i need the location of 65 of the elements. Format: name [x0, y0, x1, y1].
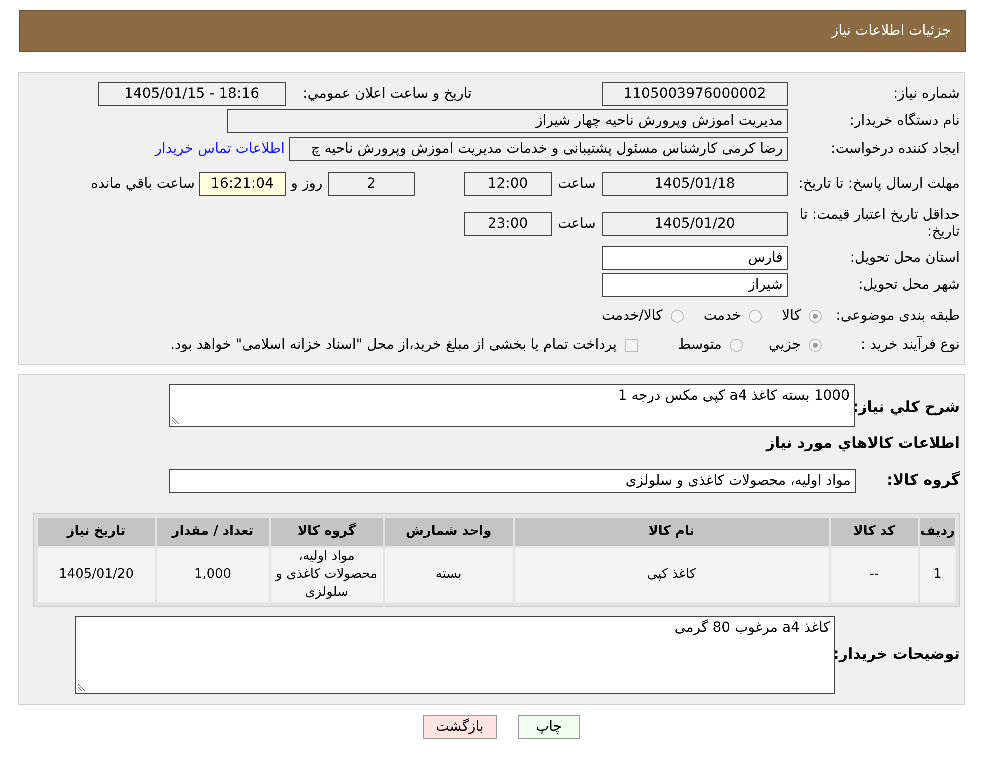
notes-textarea[interactable]: کاغذ a4 مرغوب 80 گرمی: [75, 616, 835, 694]
input-field[interactable]: 23:00: [464, 212, 552, 236]
input-field[interactable]: 1405/01/15 - 18:16: [98, 82, 286, 106]
input-field[interactable]: شیراز: [602, 273, 788, 297]
radio-button[interactable]: [749, 310, 762, 322]
field-label: استان محل تحویل:: [849, 250, 960, 266]
table-cell: 1,000: [156, 546, 270, 602]
radio-label: کالا: [782, 306, 801, 326]
section-title: اطلاعات كالاهاي مورد نياز: [764, 433, 960, 454]
table-cell: --: [830, 546, 920, 602]
radio-button[interactable]: [809, 310, 822, 322]
column-header: تعداد / مقدار: [156, 516, 270, 546]
column-header: واحد شمارش: [384, 516, 514, 546]
field-label: شماره نیاز:: [892, 86, 960, 102]
field-label: مهلت ارسال پاسخ: تا تاریخ:: [798, 176, 960, 192]
radio-button[interactable]: [670, 310, 684, 322]
input-field[interactable]: فارس: [602, 246, 788, 270]
field-label: شهر محل تحویل:: [858, 276, 960, 294]
input-field[interactable]: مواد اولیه، محصولات کاغذی و سلولزی: [169, 468, 856, 492]
page-title: جزئیات اطلاعات نیاز: [832, 22, 951, 40]
description-textarea[interactable]: 1000 بسته کاغذ a4 کپی مکس درجه 1: [169, 384, 855, 427]
radio-label: کالا/خدمت: [602, 306, 663, 326]
field-label: نام دستگاه خریدار:: [848, 112, 960, 130]
input-field[interactable]: 16:21:04: [199, 172, 286, 196]
checkbox[interactable]: [625, 338, 638, 352]
column-header: تاریخ نیاز: [37, 516, 156, 546]
resize-grip-icon: [172, 416, 180, 424]
radio-label: متوسط: [678, 336, 722, 354]
time-label: ساعت: [556, 174, 598, 194]
input-field[interactable]: رضا کرمی کارشناس مسئول پشتیبانی و خدمات مدیریت اموزش وپرورش ناحیه چ: [289, 137, 788, 161]
days-label: روز و: [290, 174, 324, 194]
input-field[interactable]: مدیریت اموزش وپرورش ناحیه چهار شیراز: [227, 109, 788, 133]
input-field[interactable]: 1405/01/18: [602, 172, 788, 196]
input-field[interactable]: 1405/01/20: [602, 212, 788, 236]
radio-label: جزيي: [769, 336, 801, 354]
print-button[interactable]: چاپ: [518, 715, 580, 739]
field-label: تاریخ و ساعت اعلان عمومي:: [302, 86, 472, 102]
payment-note: پرداخت تمام یا بخشی از مبلغ خرید،از محل "اسناد خزانه اسلامی" خواهد بود.: [170, 336, 618, 354]
column-header: کد کالا: [830, 516, 920, 546]
table-cell: 1: [919, 546, 956, 602]
column-header: گروه کالا: [270, 516, 384, 546]
table-cell: کاغذ کپی: [514, 546, 830, 602]
table-cell: مواد اولیه، محصولات کاغذی و سلولزی: [270, 546, 384, 602]
time-label: ساعت: [556, 214, 598, 234]
table-cell: 1405/01/20: [37, 546, 156, 602]
buyer-contact-link[interactable]: اطلاعات تماس خریدار: [155, 138, 285, 160]
remaining-label: ساعت باقي مانده: [91, 174, 195, 194]
field-label: گروه کالا:: [886, 470, 960, 492]
input-field[interactable]: 2: [328, 172, 415, 196]
field-label: توضیحات خریدار:: [835, 644, 960, 666]
field-label: شرح كلي نياز:: [855, 397, 960, 418]
table-cell: بسته: [384, 546, 514, 602]
field-label: ایجاد کننده درخواست:: [830, 140, 960, 158]
radio-button[interactable]: [809, 338, 822, 352]
column-header: نام کالا: [514, 516, 830, 546]
radio-label: خدمت: [704, 306, 742, 326]
resize-grip-icon: [78, 682, 86, 690]
input-field[interactable]: 12:00: [464, 172, 552, 196]
column-header: ردیف: [919, 516, 956, 546]
field-label: طبقه بندی موضوعی:: [835, 308, 960, 324]
field-label: نوع فرآیند خرید :: [860, 336, 960, 354]
input-field[interactable]: 1105003976000002: [602, 82, 788, 106]
back-button[interactable]: بازگشت: [423, 715, 497, 739]
field-label: حداقل تاریخ اعتبار قیمت: تا تاریخ:: [798, 207, 960, 241]
radio-button[interactable]: [730, 338, 744, 352]
